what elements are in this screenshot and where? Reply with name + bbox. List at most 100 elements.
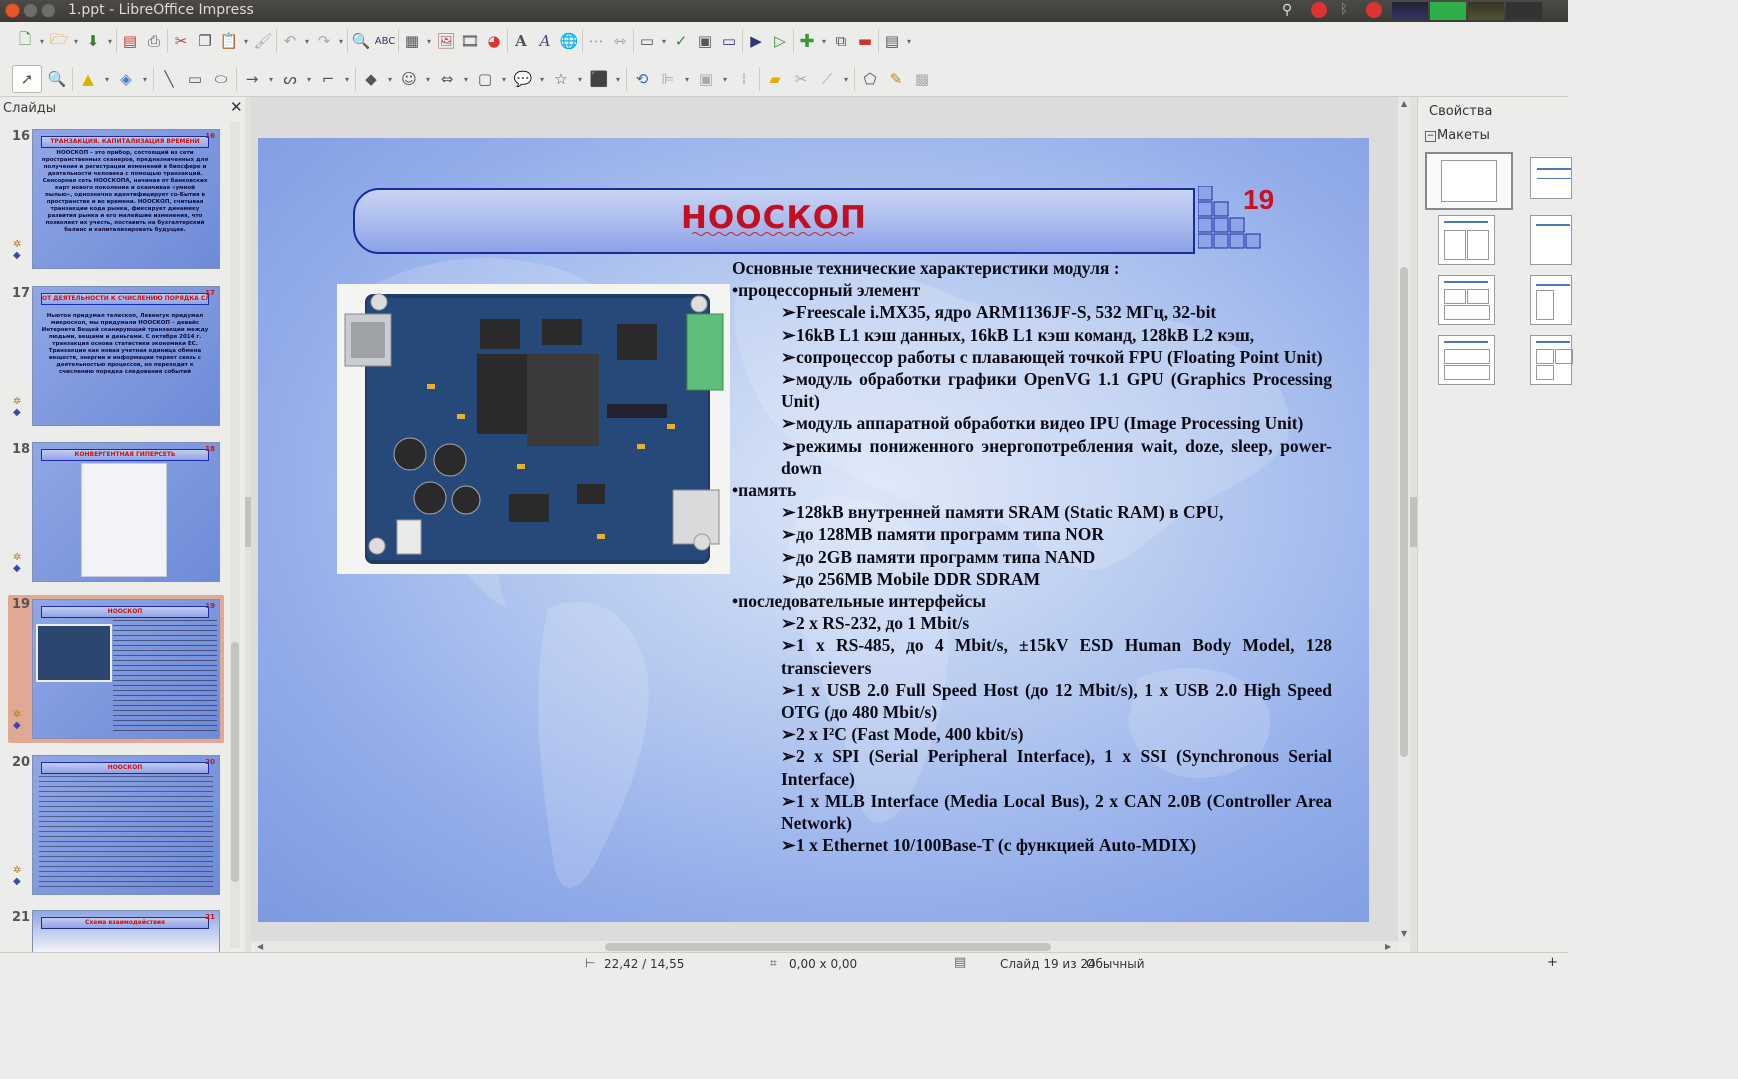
start-current-slide-icon[interactable]: ▷ [769, 30, 791, 52]
rectangle-icon[interactable]: ▭ [184, 68, 206, 90]
ellipse-icon[interactable]: ⬭ [210, 68, 232, 90]
sidebar-splitter[interactable] [1410, 97, 1417, 952]
slide-body-text[interactable]: Основные технические характеристики моду… [732, 257, 1332, 856]
zoom-icon[interactable]: 🔍 [46, 68, 68, 90]
bluetooth-icon[interactable]: ᛒ [1340, 2, 1354, 20]
stars-dropdown-icon[interactable]: ▾ [576, 68, 584, 90]
3d-objects-dropdown-icon[interactable]: ▾ [614, 68, 622, 90]
toggle-extrusion-icon[interactable]: ▩ [911, 68, 933, 90]
stars-icon[interactable]: ☆ [550, 68, 572, 90]
distribute-icon[interactable]: ⁞ [733, 68, 755, 90]
redo-icon[interactable]: ↷ [313, 30, 335, 52]
find-replace-icon[interactable]: 🔍 [350, 30, 372, 52]
arrange-icon[interactable]: ▣ [695, 68, 717, 90]
delete-slide-icon[interactable]: ▬ [854, 30, 876, 52]
master-slide-name[interactable]: Обычный [1086, 957, 1145, 971]
connector-icon[interactable]: ⌐ [317, 68, 339, 90]
arrange-dropdown-icon[interactable]: ▾ [721, 68, 729, 90]
shadow-icon[interactable]: ▰ [764, 68, 786, 90]
symbol-shapes-icon[interactable]: ☺ [398, 68, 420, 90]
fill-color-dropdown-icon[interactable]: ▾ [141, 68, 149, 90]
connector-dropdown-icon[interactable]: ▾ [343, 68, 351, 90]
image-icon[interactable]: 🖼 [435, 30, 457, 52]
table-icon[interactable]: ▦ [401, 30, 423, 52]
new-document-icon[interactable]: 🗋 [14, 30, 36, 52]
save-dropdown-icon[interactable]: ▾ [106, 30, 114, 52]
hyperlink-icon[interactable]: 🌐 [558, 30, 580, 52]
textbox-icon[interactable]: A [510, 30, 532, 52]
spelling-icon[interactable]: ABC [374, 30, 396, 52]
vertical-scroll-thumb[interactable] [1400, 267, 1408, 757]
redo-dropdown-icon[interactable]: ▾ [337, 30, 345, 52]
filter-dropdown-icon[interactable]: ▾ [842, 68, 850, 90]
recorder-icon[interactable] [1311, 2, 1327, 18]
circuit-board-image[interactable] [337, 284, 730, 574]
grid-icon[interactable]: ⋯ [585, 30, 607, 52]
views-dropdown-icon[interactable]: ▾ [660, 30, 668, 52]
fontwork-icon[interactable]: A [534, 30, 556, 52]
arrow-icon[interactable]: → [241, 68, 263, 90]
vertical-scrollbar[interactable]: ▲ ▼ [1398, 97, 1410, 942]
layout-title-only[interactable] [1530, 215, 1572, 265]
block-arrows-dropdown-icon[interactable]: ▾ [462, 68, 470, 90]
slide-canvas[interactable]: НООСКОП 19 Основные технические характер… [258, 138, 1369, 922]
align-icon[interactable]: ⊫ [657, 68, 679, 90]
scroll-left-icon[interactable]: ◀ [257, 942, 263, 951]
horizontal-scroll-thumb[interactable] [605, 943, 1051, 951]
transformations-icon[interactable]: ⟲ [631, 68, 653, 90]
paste-icon[interactable]: 📋 [218, 30, 240, 52]
slides-scrollbar-thumb[interactable] [231, 642, 239, 882]
layout-title-two-content[interactable] [1438, 215, 1495, 265]
collapse-icon[interactable]: − [1425, 131, 1436, 142]
duplicate-slide-icon[interactable]: ⧉ [830, 30, 852, 52]
media-icon[interactable]: 🎞 [459, 30, 481, 52]
new-dropdown-icon[interactable]: ▾ [38, 30, 46, 52]
slide-thumbnail-20[interactable]: 20 НООСКОП 20 ✲ ◆ [8, 753, 222, 898]
document-modified-icon[interactable]: ▤ [954, 955, 966, 970]
layout-title-six-content[interactable] [1530, 335, 1573, 385]
layout-blank[interactable] [1425, 152, 1513, 210]
callouts-dropdown-icon[interactable]: ▾ [538, 68, 546, 90]
open-dropdown-icon[interactable]: ▾ [72, 30, 80, 52]
scroll-up-icon[interactable]: ▲ [1401, 99, 1407, 108]
power-icon[interactable] [1366, 2, 1382, 18]
layout-title-content[interactable] [1530, 157, 1572, 199]
layout-title-four-content[interactable] [1438, 275, 1495, 325]
scroll-down-icon[interactable]: ▼ [1401, 929, 1407, 938]
slides-scrollbar[interactable] [230, 122, 240, 948]
layout-title-content-list[interactable] [1438, 335, 1495, 385]
new-slide-icon[interactable]: ▭ [718, 30, 740, 52]
scroll-right-icon[interactable]: ▶ [1385, 942, 1391, 951]
basic-shapes-icon[interactable]: ◆ [360, 68, 382, 90]
basic-shapes-dropdown-icon[interactable]: ▾ [386, 68, 394, 90]
flowchart-icon[interactable]: ▢ [474, 68, 496, 90]
open-folder-icon[interactable]: 🗁 [48, 30, 70, 52]
display-views-icon[interactable]: ▭ [636, 30, 658, 52]
filter-icon[interactable]: ⟋ [816, 68, 838, 90]
callouts-icon[interactable]: 💬 [512, 68, 534, 90]
line-color-icon[interactable]: ▲ [77, 68, 99, 90]
print-icon[interactable]: ⎙ [143, 30, 165, 52]
helplines-icon[interactable]: ⇿ [609, 30, 631, 52]
block-arrows-icon[interactable]: ⇔ [436, 68, 458, 90]
curve-dropdown-icon[interactable]: ▾ [305, 68, 313, 90]
line-icon[interactable]: ╲ [158, 68, 180, 90]
copy-icon[interactable]: ❐ [194, 30, 216, 52]
close-window-button[interactable] [5, 3, 20, 18]
maximize-window-button[interactable] [41, 3, 56, 18]
chart-icon[interactable]: ◕ [483, 30, 505, 52]
curve-icon[interactable]: ᔕ [279, 68, 301, 90]
slide-thumbnail-16[interactable]: 16 ТРАНЗАКЦИЯ. КАПИТАЛИЗАЦИЯ ВРЕМЕНИ 16 … [8, 127, 222, 272]
close-pane-icon[interactable]: ✕ [230, 98, 243, 116]
undo-icon[interactable]: ↶ [279, 30, 301, 52]
slide-thumbnail-19[interactable]: 19 НООСКОП 19 ✲ ◆ [8, 595, 224, 743]
fill-color-icon[interactable]: ◈ [115, 68, 137, 90]
undo-dropdown-icon[interactable]: ▾ [303, 30, 311, 52]
slide-layout-icon[interactable]: ▤ [881, 30, 903, 52]
slide-thumbnail-17[interactable]: 17 ОТ ДЕЯТЕЛЬНОСТИ К СЧИСЛЕНИЮ ПОРЯДКА С… [8, 284, 222, 429]
zoom-in-icon[interactable]: + [1547, 955, 1558, 970]
layout-centered-text[interactable] [1530, 275, 1572, 325]
start-presentation-icon[interactable]: ▶ [745, 30, 767, 52]
network-icon[interactable]: ⚲ [1282, 2, 1300, 20]
select-tool-button[interactable]: ➚ [12, 65, 42, 93]
